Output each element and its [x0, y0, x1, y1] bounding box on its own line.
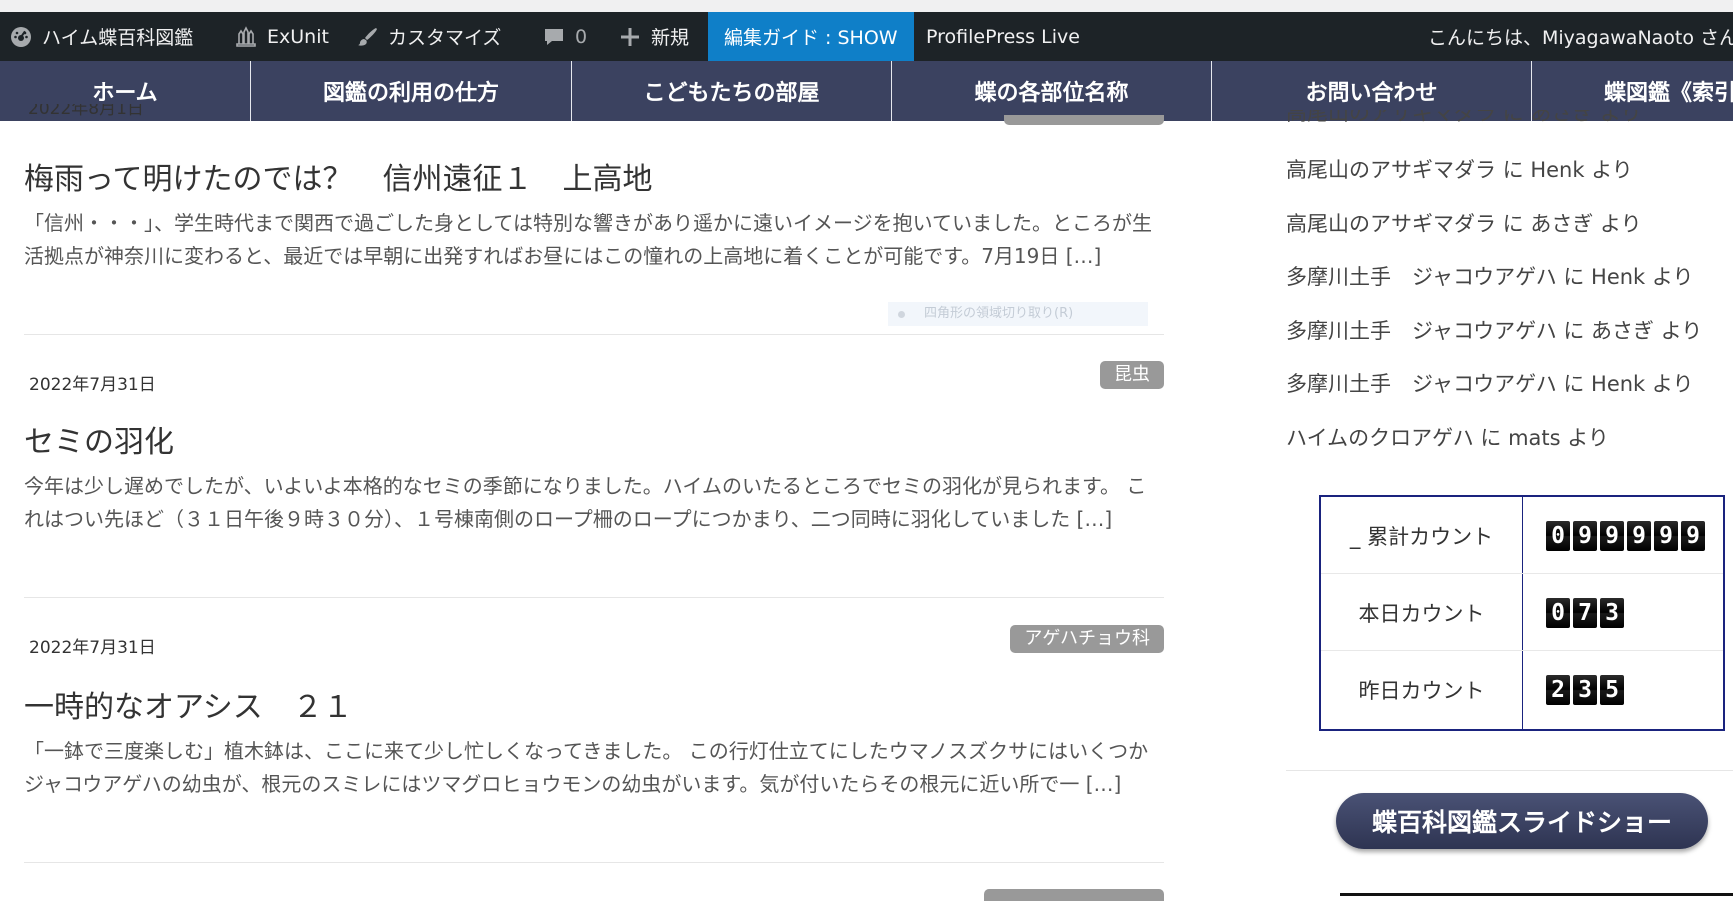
admin-customize-label: カスタマイズ: [388, 27, 502, 49]
slideshow-button[interactable]: 蝶百科図鑑スライドショー: [1336, 793, 1708, 849]
admin-exunit-label: ExUnit: [267, 25, 329, 48]
recent-comment[interactable]: 高尾山のアサギマダラ に Henk より: [1286, 154, 1633, 184]
counter-digit: 5: [1600, 675, 1624, 705]
post-title[interactable]: 一時的なオアシス ２１: [24, 682, 353, 726]
post-date-clipped: 2022年8月1日: [28, 104, 144, 119]
admin-profilepress[interactable]: ProfilePress Live: [926, 12, 1080, 61]
dashboard-icon: [8, 24, 34, 50]
post-category-badge[interactable]: アゲハチョウ科: [1010, 625, 1164, 653]
admin-new[interactable]: 新規: [617, 12, 689, 61]
post-title[interactable]: 梅雨って明けたのでは？ 信州遠征１ 上高地: [24, 154, 653, 198]
counter-digit: 0: [1546, 521, 1570, 551]
plus-icon: [617, 24, 643, 50]
ghost-tooltip-label: 四角形の領域切り取り(R): [924, 306, 1074, 321]
counter-digit: 9: [1627, 521, 1651, 551]
admin-new-label: 新規: [651, 27, 690, 49]
admin-edit-guide[interactable]: 編集ガイド : SHOW: [708, 12, 914, 61]
counter-column-divider: [1522, 497, 1523, 574]
brush-icon: [354, 24, 380, 50]
admin-exunit[interactable]: ExUnit: [233, 12, 329, 61]
recent-comment[interactable]: 高尾山のアサギマダラ に あさぎ より: [1286, 208, 1642, 238]
admin-customize[interactable]: カスタマイズ: [354, 12, 501, 61]
admin-site-name[interactable]: ハイム蝶百科図鑑: [8, 12, 193, 61]
sidebar-divider: [1286, 770, 1733, 771]
post-category-badge-clipped[interactable]: [984, 889, 1164, 901]
counter-digits: 0 7 3: [1546, 598, 1624, 628]
post-category-badge-clipped[interactable]: [1004, 115, 1164, 125]
browser-top-strip: [0, 0, 1733, 12]
post-date: 2022年7月31日: [29, 638, 156, 658]
counter-label: 昨日カウント: [1358, 678, 1485, 703]
post-excerpt: 「一鉢で三度楽しむ」植木鉢は、ここに来て少し忙しくなってきました。 この行灯仕立…: [24, 739, 1149, 796]
counter-digit: 0: [1546, 598, 1570, 628]
counter-digit: 2: [1546, 675, 1570, 705]
counter-digit: 3: [1573, 675, 1597, 705]
post-divider: [24, 334, 1164, 335]
dot-icon: [898, 311, 905, 318]
counter-digit: 9: [1681, 521, 1705, 551]
nav-item-butterfly-parts[interactable]: 蝶の各部位名称: [892, 61, 1211, 121]
counter-row-today: 本日カウント 0 7 3: [1321, 574, 1723, 651]
recent-comment[interactable]: ハイムのクロアゲハ に mats より: [1286, 422, 1609, 452]
nav-item-kids-room[interactable]: こどもたちの部屋: [572, 61, 891, 121]
admin-greeting-label: こんにちは、MiyagawaNaoto さん: [1428, 27, 1733, 49]
admin-profilepress-label: ProfilePress Live: [926, 25, 1080, 48]
recent-comment-clipped[interactable]: 高尾山のアサギマダラ に あさぎ より: [1286, 110, 1642, 126]
nav-item-how-to-use[interactable]: 図鑑の利用の仕方: [251, 61, 571, 121]
counter-digit: 9: [1600, 521, 1624, 551]
admin-comments-count: 0: [575, 25, 588, 48]
counter-digit: 9: [1654, 521, 1678, 551]
counter-digit: 3: [1600, 598, 1624, 628]
admin-greeting[interactable]: こんにちは、MiyagawaNaoto さん: [1428, 12, 1733, 61]
recent-comment[interactable]: 多摩川土手 ジャコウアゲハ に Henk より: [1286, 368, 1693, 398]
recent-comment[interactable]: 多摩川土手 ジャコウアゲハ に あさぎ より: [1286, 315, 1702, 345]
counter-row-total: _ 累計カウント 0 9 9 9 9 9: [1321, 497, 1723, 574]
counter-label: 本日カウント: [1358, 601, 1485, 626]
ghost-tooltip: 四角形の領域切り取り(R): [888, 302, 1148, 326]
comment-bubble-icon: [541, 24, 567, 50]
counter-digit: 7: [1573, 598, 1597, 628]
post-excerpt: 今年は少し遅めでしたが、いよいよ本格的なセミの季節になりました。ハイムのいたると…: [24, 474, 1147, 531]
recent-comment[interactable]: 多摩川土手 ジャコウアゲハ に Henk より: [1286, 261, 1693, 291]
exunit-icon: [233, 24, 259, 50]
counter-label: _ 累計カウント: [1349, 524, 1494, 549]
post-divider: [24, 597, 1164, 598]
counter-digits: 2 3 5: [1546, 675, 1624, 705]
counter-column-divider: [1522, 651, 1523, 729]
admin-site-name-label: ハイム蝶百科図鑑: [42, 27, 194, 49]
post-excerpt: 「信州・・・」、学生時代まで関西で過ごした身としては特別な響きがあり遥かに遠いイ…: [24, 211, 1152, 268]
wp-admin-bar: ハイム蝶百科図鑑 ExUnit カスタマイズ 0 新規 編集ガイド : SHOW…: [0, 12, 1733, 61]
admin-comments[interactable]: 0: [541, 12, 587, 61]
counter-digit: 9: [1573, 521, 1597, 551]
post-divider: [24, 862, 1164, 863]
admin-edit-guide-label: 編集ガイド : SHOW: [724, 27, 898, 49]
counter-row-yesterday: 昨日カウント 2 3 5: [1321, 651, 1723, 729]
counter-digits: 0 9 9 9 9 9: [1546, 521, 1705, 551]
counter-column-divider: [1522, 574, 1523, 651]
post-title[interactable]: セミの羽化: [24, 417, 174, 461]
post-date: 2022年7月31日: [29, 375, 156, 395]
access-counter-table: _ 累計カウント 0 9 9 9 9 9 本日カウント 0 7 3 昨日カウント…: [1319, 495, 1725, 731]
post-category-badge[interactable]: 昆虫: [1100, 361, 1164, 389]
